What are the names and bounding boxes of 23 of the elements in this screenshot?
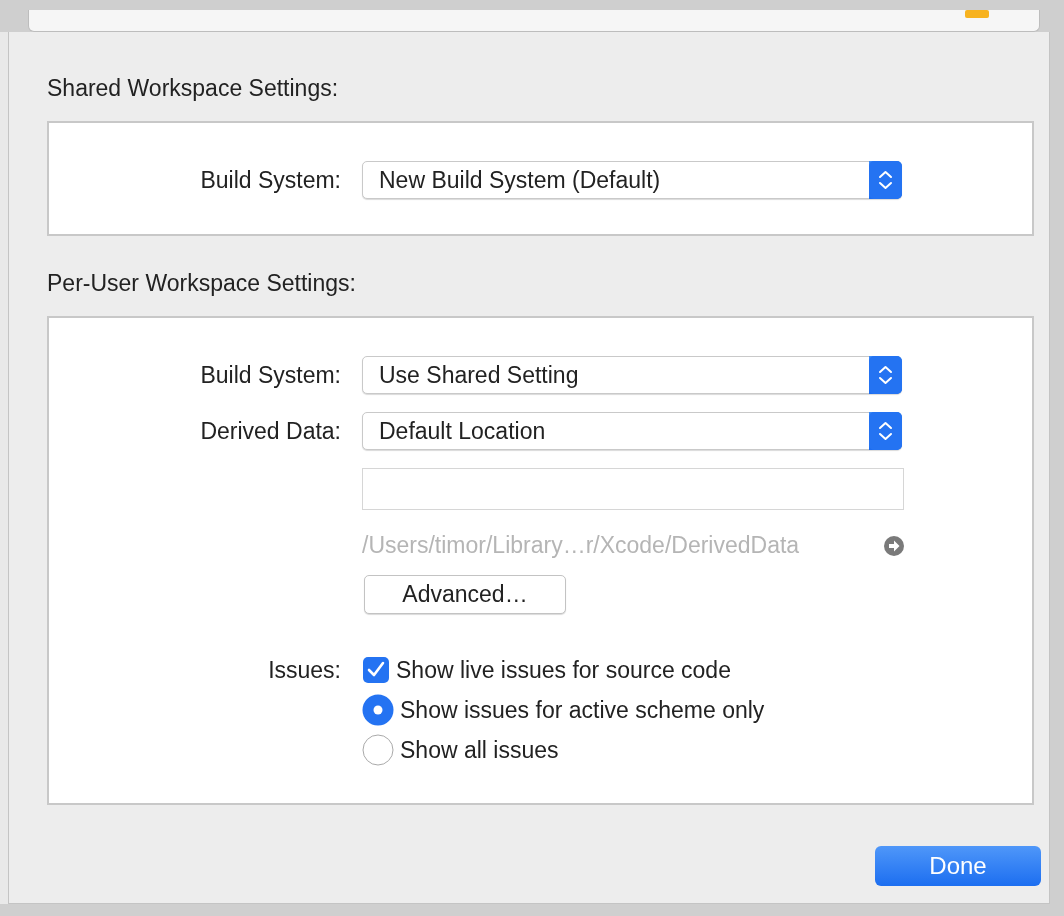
stepper-arrows-icon [869,412,902,450]
radio-button[interactable] [362,734,394,766]
option-label: Show issues for active scheme only [400,696,765,724]
advanced-button[interactable]: Advanced… [364,575,566,614]
section-title: Shared Workspace Settings: [47,75,340,103]
option-label: Show live issues for source code [396,656,731,684]
checkbox[interactable] [362,656,390,684]
arrow-circle-icon[interactable] [884,535,904,556]
radio-button[interactable] [362,694,394,726]
popup-button[interactable]: Use Shared Setting [362,356,902,394]
stepper-arrows-icon [869,356,902,394]
field-label: Build System: [199,166,341,194]
field-label: Build System: [199,361,341,389]
field-label: Issues: [267,656,341,685]
popup-button[interactable]: New Build System (Default) [362,161,902,199]
path-field[interactable] [362,468,904,510]
popup-button[interactable]: Default Location [362,412,902,450]
stepper-arrows-icon [869,161,902,199]
path-text: /Users/timor/Library…r/Xcode/DerivedData [362,532,800,559]
option-label: Show all issues [400,736,559,764]
field-label: Derived Data: [199,417,341,445]
done-button[interactable]: Done [875,846,1041,886]
section-title: Per-User Workspace Settings: [47,270,357,298]
